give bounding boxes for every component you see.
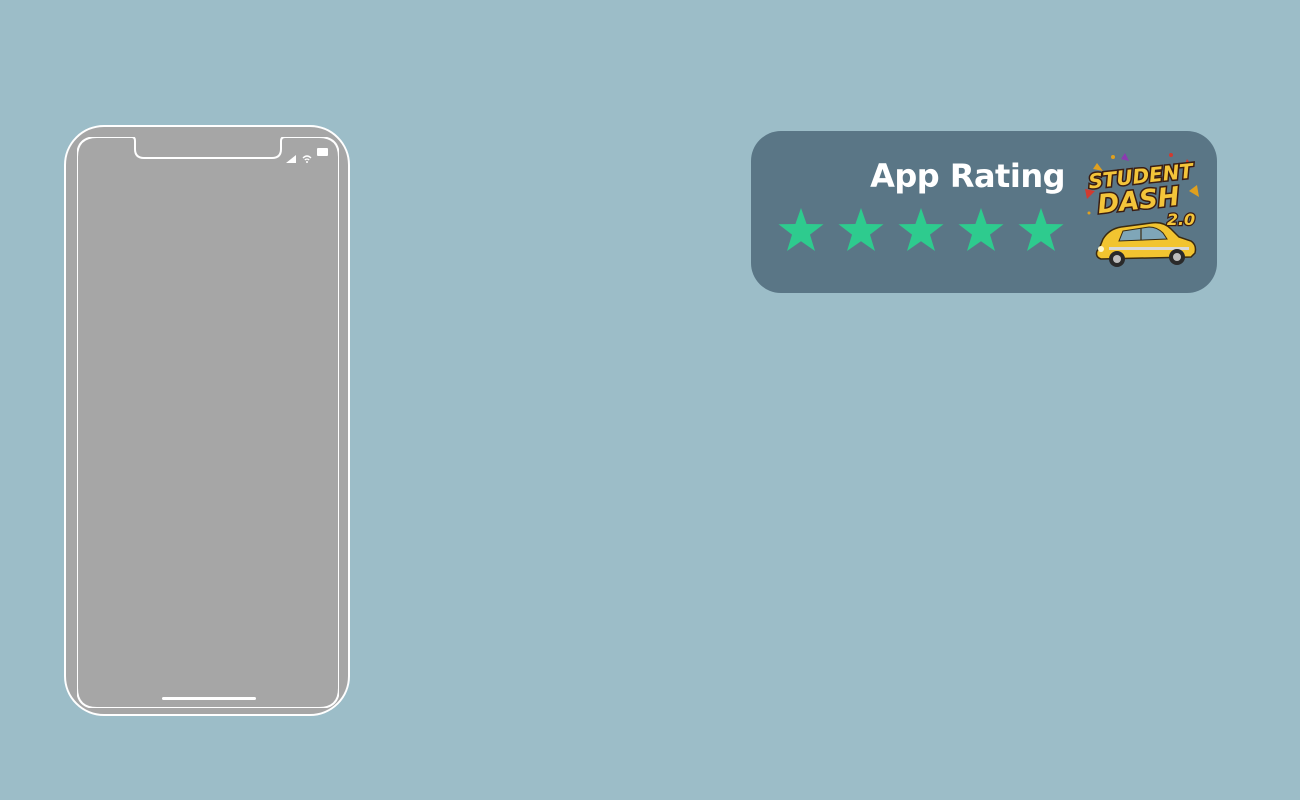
status-bar-icons bbox=[286, 146, 328, 163]
star-icon bbox=[778, 208, 824, 251]
wifi-icon bbox=[302, 148, 312, 163]
star-icon bbox=[838, 208, 884, 251]
star-rating bbox=[777, 207, 1065, 255]
phone-screen bbox=[77, 137, 339, 708]
logo-version: 2.0 bbox=[1167, 210, 1195, 229]
student-dash-logo: STUDENT DASH 2.0 bbox=[1085, 153, 1199, 267]
battery-icon bbox=[317, 148, 328, 156]
star-icon bbox=[898, 208, 944, 251]
taxi-car-icon bbox=[1095, 221, 1197, 267]
home-indicator bbox=[162, 697, 256, 700]
signal-icon bbox=[286, 148, 296, 163]
star-icon bbox=[958, 208, 1004, 251]
app-rating-card: App Rating STUDENT DASH 2.0 bbox=[751, 131, 1217, 293]
star-icon bbox=[1018, 208, 1064, 251]
rating-title: App Rating bbox=[870, 157, 1065, 195]
